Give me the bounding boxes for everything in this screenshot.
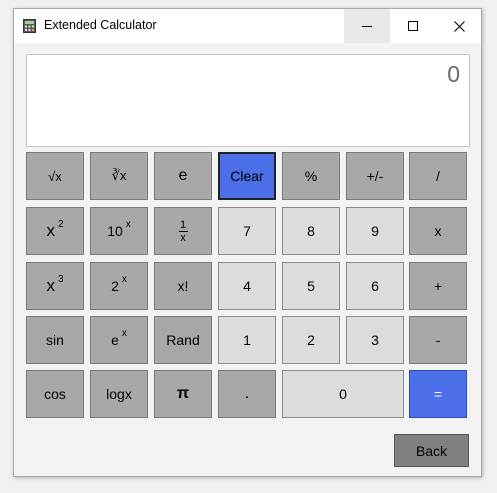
digit-4-button[interactable]: 4 [218,262,276,310]
calculator-icon [23,19,36,33]
plus-minus-button[interactable]: +/- [346,152,404,200]
digit-9-button[interactable]: 9 [346,207,404,255]
minimize-icon [362,26,372,27]
pi-button[interactable]: π [154,370,212,418]
digit-2-button[interactable]: 2 [282,316,340,364]
display-value: 0 [447,61,460,87]
sin-button[interactable]: sin [26,316,84,364]
cube-button[interactable]: x3 [26,262,84,310]
maximize-icon [408,21,418,31]
power-of-ten-exponent: x [125,218,131,230]
square-button[interactable]: x2 [26,207,84,255]
close-icon [453,20,465,32]
power-of-two-exponent: x [121,273,127,285]
power-of-ten-button[interactable]: 10 x [90,207,148,255]
cube-exponent: 3 [57,273,64,285]
square-exponent: 2 [57,218,64,230]
reciprocal-fraction: 1 x [178,218,188,244]
exponential-exponent: x [121,327,127,339]
cos-button[interactable]: cos [26,370,84,418]
digit-7-button[interactable]: 7 [218,207,276,255]
reciprocal-denominator: x [180,231,186,244]
divide-button[interactable]: / [409,152,467,200]
digit-0-button[interactable]: 0 [282,370,404,418]
clear-button[interactable]: Clear [218,152,276,200]
decimal-point-button[interactable]: . [218,370,276,418]
window-title: Extended Calculator [44,18,157,32]
power-of-two-button[interactable]: 2x [90,262,148,310]
sqrt-button[interactable]: √x [26,152,84,200]
equals-button[interactable]: = [409,370,467,418]
exponential-button[interactable]: ex [90,316,148,364]
digit-6-button[interactable]: 6 [346,262,404,310]
square-base: x [46,221,55,240]
power-of-ten-base: 10 [107,223,123,239]
reciprocal-button[interactable]: 1 x [154,207,212,255]
minimize-button[interactable] [344,9,390,43]
power-of-two-base: 2 [111,278,119,294]
percent-button[interactable]: % [282,152,340,200]
back-button[interactable]: Back [394,434,469,467]
maximize-button[interactable] [390,9,436,43]
digit-8-button[interactable]: 8 [282,207,340,255]
log-button[interactable]: logx [90,370,148,418]
cube-base: x [46,276,55,295]
close-button[interactable] [436,9,482,43]
reciprocal-numerator: 1 [179,218,187,231]
exponential-base: e [111,332,119,348]
calculator-window: Extended Calculator 0 √x ∛x e Clear % +/… [13,8,482,477]
digit-5-button[interactable]: 5 [282,262,340,310]
random-button[interactable]: Rand [154,316,212,364]
plus-button[interactable]: + [409,262,467,310]
digit-1-button[interactable]: 1 [218,316,276,364]
factorial-button[interactable]: x! [154,262,212,310]
euler-button[interactable]: e [154,152,212,200]
multiply-button[interactable]: x [409,207,467,255]
cube-root-button[interactable]: ∛x [90,152,148,200]
digit-3-button[interactable]: 3 [346,316,404,364]
title-bar[interactable]: Extended Calculator [14,9,481,43]
calculator-display: 0 [26,54,470,147]
minus-button[interactable]: - [409,316,467,364]
